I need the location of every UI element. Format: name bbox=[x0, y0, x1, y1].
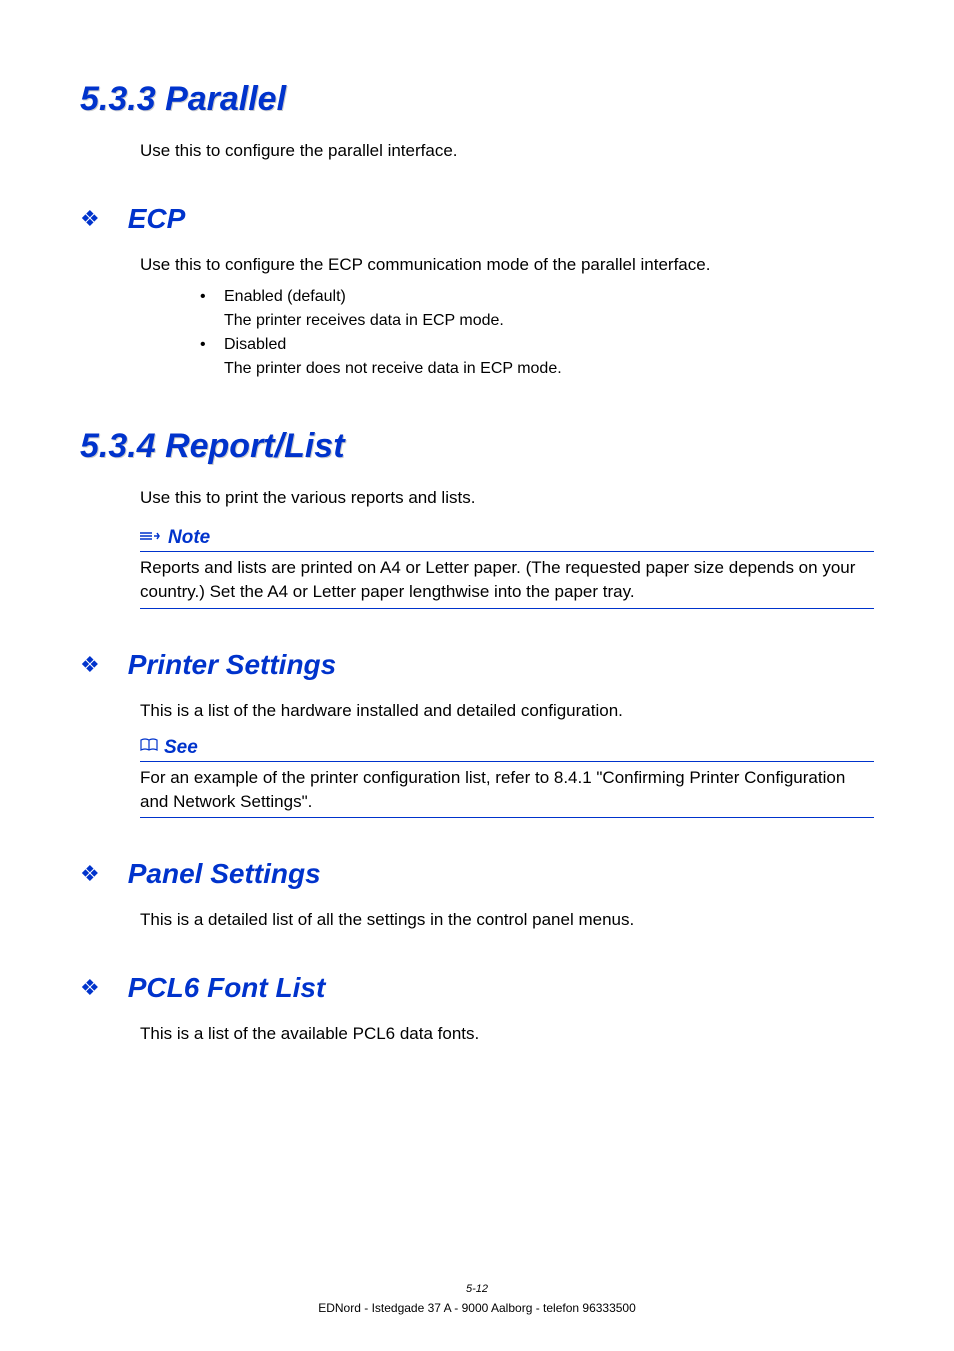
see-heading: See bbox=[140, 737, 874, 762]
pcl6-font-list-title: PCL6 Font List bbox=[128, 972, 326, 1004]
report-list-intro: Use this to print the various reports an… bbox=[140, 486, 874, 510]
book-icon bbox=[140, 738, 158, 757]
list-item: The printer receives data in ECP mode. bbox=[200, 309, 874, 333]
printer-settings-title: Printer Settings bbox=[128, 649, 336, 681]
subsection-printer-settings: ❖ Printer Settings bbox=[80, 649, 874, 681]
page-number: 5-12 bbox=[0, 1283, 954, 1295]
ecp-description: Use this to configure the ECP communicat… bbox=[140, 253, 874, 277]
diamond-icon: ❖ bbox=[80, 975, 100, 1001]
list-item: The printer does not receive data in ECP… bbox=[200, 357, 874, 381]
parallel-intro-text: Use this to configure the parallel inter… bbox=[140, 139, 874, 163]
ecp-options-list: Enabled (default) The printer receives d… bbox=[200, 285, 874, 381]
note-text: Reports and lists are printed on A4 or L… bbox=[140, 552, 874, 609]
panel-settings-title: Panel Settings bbox=[128, 858, 321, 890]
section-heading-report-list: 5.3.4 Report/List bbox=[80, 427, 874, 466]
see-label: See bbox=[164, 737, 198, 759]
page-footer: 5-12 EDNord - Istedgade 37 A - 9000 Aalb… bbox=[0, 1283, 954, 1315]
printer-settings-desc: This is a list of the hardware installed… bbox=[140, 699, 874, 723]
note-icon bbox=[140, 529, 160, 547]
section-heading-parallel: 5.3.3 Parallel bbox=[80, 80, 874, 119]
subsection-panel-settings: ❖ Panel Settings bbox=[80, 858, 874, 890]
diamond-icon: ❖ bbox=[80, 861, 100, 887]
diamond-icon: ❖ bbox=[80, 206, 100, 232]
ecp-title: ECP bbox=[128, 203, 186, 235]
footer-address: EDNord - Istedgade 37 A - 9000 Aalborg -… bbox=[0, 1301, 954, 1315]
panel-settings-desc: This is a detailed list of all the setti… bbox=[140, 908, 874, 932]
list-item: Enabled (default) bbox=[200, 285, 874, 309]
list-item: Disabled bbox=[200, 333, 874, 357]
diamond-icon: ❖ bbox=[80, 652, 100, 678]
subsection-pcl6-font-list: ❖ PCL6 Font List bbox=[80, 972, 874, 1004]
see-text: For an example of the printer configurat… bbox=[140, 762, 874, 819]
pcl6-font-list-desc: This is a list of the available PCL6 dat… bbox=[140, 1022, 874, 1046]
note-heading: Note bbox=[140, 527, 874, 552]
subsection-ecp: ❖ ECP bbox=[80, 203, 874, 235]
note-label: Note bbox=[168, 527, 210, 549]
